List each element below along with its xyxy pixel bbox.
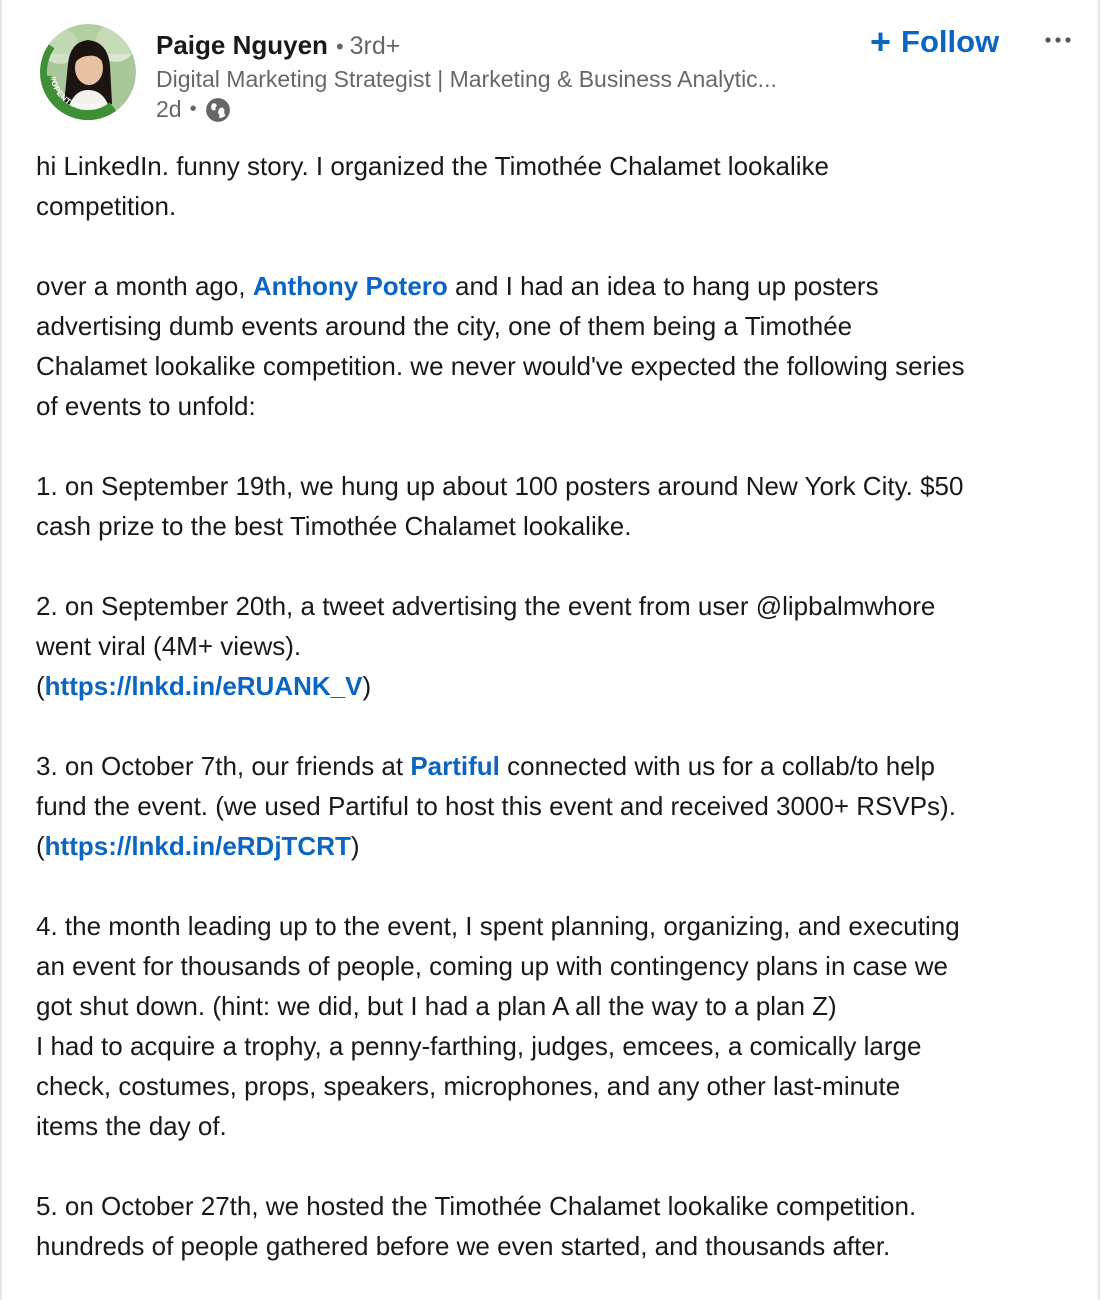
paren-open: ( [36,671,45,701]
text-line: 2. on September 20th, a tweet advertisin… [36,591,936,621]
avatar[interactable]: #OPENTOWORK [40,24,136,120]
post-time: 2d [156,96,182,122]
text-line: competition. [36,191,177,221]
text-segment: 3. on October 7th, our friends at [36,751,411,781]
text-line: over a month ago, Anthony Potero and I h… [36,266,1086,306]
mention-anthony-potero[interactable]: Anthony Potero [253,271,448,301]
text-line: 5. on October 27th, we hosted the Timoth… [36,1191,917,1221]
follow-label: Follow [901,24,1000,59]
text-line: of events to unfold: [36,391,256,421]
author-headline[interactable]: Digital Marketing Strategist | Marketing… [156,66,777,93]
paragraph-item-5: 5. on October 27th, we hosted the Timoth… [36,1186,1086,1266]
paren-close: ) [362,671,372,701]
text-line: hundreds of people gathered before we ev… [36,1231,891,1261]
paragraph-idea: over a month ago, Anthony Potero and I h… [36,266,1086,426]
separator-dot: • [335,34,344,59]
paragraph-item-3: 3. on October 7th, our friends at Partif… [36,746,1086,866]
paren-close: ) [350,831,360,861]
text-line: 3. on October 7th, our friends at Partif… [36,746,1086,786]
text-line: 1. on September 19th, we hung up about 1… [36,471,964,501]
text-line: fund the event. (we used Partiful to hos… [36,791,956,821]
plus-icon: + [870,21,892,62]
ellipsis-icon[interactable] [1040,26,1076,54]
connection-degree: 3rd+ [349,32,401,60]
text-line: (https://lnkd.in/eRDjTCRT) [36,826,1086,866]
link-tweet[interactable]: https://lnkd.in/eRUANK_V [45,671,363,701]
post-meta: 2d • [156,96,231,123]
paren-open: ( [36,831,45,861]
paragraph-intro: hi LinkedIn. funny story. I organized th… [36,146,1086,226]
text-line: (https://lnkd.in/eRUANK_V) [36,666,1086,706]
post-header: #OPENTOWORK Paige Nguyen • 3rd+ Digital Ma… [40,24,1080,134]
post-text: hi LinkedIn. funny story. I organized th… [36,146,1086,1266]
text-line: went viral (4M+ views). [36,631,302,661]
paragraph-item-2: 2. on September 20th, a tweet advertisin… [36,586,1086,706]
text-line: check, costumes, props, speakers, microp… [36,1071,901,1101]
text-line: hi LinkedIn. funny story. I organized th… [36,151,829,181]
text-line: an event for thousands of people, coming… [36,951,949,981]
text-segment: and I had an idea to hang up posters [447,271,879,301]
text-line: cash prize to the best Timothée Chalamet… [36,511,632,541]
text-segment: over a month ago, [36,271,253,301]
separator-dot: • [189,98,197,120]
author-line: Paige Nguyen • 3rd+ [156,30,400,61]
mention-partiful[interactable]: Partiful [410,751,500,781]
text-line: items the day of. [36,1111,227,1141]
paragraph-item-1: 1. on September 19th, we hung up about 1… [36,466,1086,546]
follow-button[interactable]: + Follow [866,24,1003,60]
text-segment: connected with us for a collab/to help [499,751,935,781]
paragraph-item-4: 4. the month leading up to the event, I … [36,906,1086,1146]
post-card: #OPENTOWORK Paige Nguyen • 3rd+ Digital Ma… [0,0,1100,1300]
text-line: advertising dumb events around the city,… [36,311,853,341]
text-line: Chalamet lookalike competition. we never… [36,351,965,381]
avatar-image: #OPENTOWORK [40,24,136,120]
globe-icon [205,97,231,123]
link-partiful[interactable]: https://lnkd.in/eRDjTCRT [45,831,351,861]
author-name[interactable]: Paige Nguyen [156,30,328,60]
text-line: got shut down. (hint: we did, but I had … [36,991,837,1021]
text-line: 4. the month leading up to the event, I … [36,911,960,941]
text-line: I had to acquire a trophy, a penny-farth… [36,1031,922,1061]
